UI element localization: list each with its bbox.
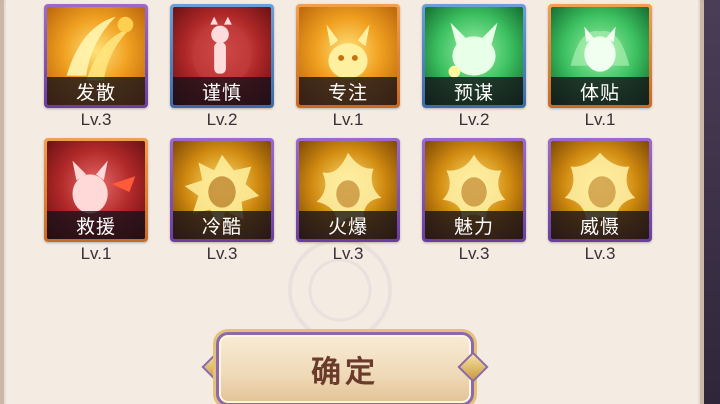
skill-name: 谨慎 <box>201 81 242 104</box>
skill-level: Lv.1 <box>584 110 616 129</box>
skill-card[interactable]: 威慑 Lv.3 <box>548 138 652 266</box>
skill-tile[interactable]: 魅力 <box>422 138 526 242</box>
skill-art-bg: 预谋 <box>425 7 523 105</box>
skill-card[interactable]: 救援 Lv.1 <box>44 138 148 266</box>
skill-card[interactable]: 专注 Lv.1 <box>296 4 400 132</box>
skill-level: Lv.3 <box>80 110 112 129</box>
skill-name: 预谋 <box>453 81 494 104</box>
skill-name: 救援 <box>75 215 116 238</box>
skill-art-bg: 威慑 <box>551 141 649 239</box>
skill-art-bg: 发散 <box>47 7 145 105</box>
confirm-button[interactable]: 确定 <box>216 332 474 404</box>
skill-art-bg: 冷酷 <box>173 141 271 239</box>
side-background-strip <box>704 0 720 404</box>
skill-name-bar: 冷酷 <box>173 211 271 239</box>
skill-name-bar: 预谋 <box>425 77 523 105</box>
skill-level: Lv.3 <box>458 244 490 263</box>
skill-art-bg: 火爆 <box>299 141 397 239</box>
skill-level: Lv.3 <box>206 244 238 263</box>
skill-art-bg: 谨慎 <box>173 7 271 105</box>
skill-art-bg: 专注 <box>299 7 397 105</box>
skill-name: 体贴 <box>579 81 620 104</box>
skill-card[interactable]: 预谋 Lv.2 <box>422 4 526 132</box>
skill-tile[interactable]: 火爆 <box>296 138 400 242</box>
skill-level: Lv.2 <box>206 110 238 129</box>
skill-card[interactable]: 谨慎 Lv.2 <box>170 4 274 132</box>
skill-tile[interactable]: 专注 <box>296 4 400 108</box>
skill-grid: 发散 Lv.3 谨慎 Lv.2 专注 Lv.1 预谋 Lv.2 体贴 Lv.1 … <box>44 4 652 274</box>
skill-level: Lv.3 <box>584 244 616 263</box>
skill-tile[interactable]: 发散 <box>44 4 148 108</box>
skill-art-bg: 魅力 <box>425 141 523 239</box>
skill-card[interactable]: 火爆 Lv.3 <box>296 138 400 266</box>
skill-name: 冷酷 <box>201 215 242 238</box>
skill-name-bar: 专注 <box>299 77 397 105</box>
skill-name-bar: 发散 <box>47 77 145 105</box>
skill-level: Lv.3 <box>332 244 364 263</box>
skill-name-bar: 谨慎 <box>173 77 271 105</box>
skill-name: 魅力 <box>453 215 494 238</box>
skill-name-bar: 救援 <box>47 211 145 239</box>
confirm-button-wrap: 确定 <box>201 326 489 404</box>
skill-card[interactable]: 发散 Lv.3 <box>44 4 148 132</box>
skill-name: 专注 <box>327 81 368 104</box>
skill-name-bar: 火爆 <box>299 211 397 239</box>
skill-card[interactable]: 冷酷 Lv.3 <box>170 138 274 266</box>
confirm-button-label: 确定 <box>311 355 379 390</box>
skill-tile[interactable]: 体贴 <box>548 4 652 108</box>
skill-tile[interactable]: 谨慎 <box>170 4 274 108</box>
skill-tile[interactable]: 冷酷 <box>170 138 274 242</box>
skill-tile[interactable]: 救援 <box>44 138 148 242</box>
skill-card[interactable]: 魅力 Lv.3 <box>422 138 526 266</box>
skill-art-bg: 体贴 <box>551 7 649 105</box>
skill-name-bar: 体贴 <box>551 77 649 105</box>
skill-level: Lv.1 <box>332 110 364 129</box>
skill-name-bar: 魅力 <box>425 211 523 239</box>
skill-tile[interactable]: 威慑 <box>548 138 652 242</box>
skill-level: Lv.1 <box>80 244 112 263</box>
skill-art-bg: 救援 <box>47 141 145 239</box>
skill-name: 威慑 <box>579 215 620 238</box>
game-scene: 发散 Lv.3 谨慎 Lv.2 专注 Lv.1 预谋 Lv.2 体贴 Lv.1 … <box>0 0 720 404</box>
skill-name: 发散 <box>75 81 116 104</box>
skill-name-bar: 威慑 <box>551 211 649 239</box>
skill-name: 火爆 <box>327 215 368 238</box>
skill-card[interactable]: 体贴 Lv.1 <box>548 4 652 132</box>
skill-level: Lv.2 <box>458 110 490 129</box>
skill-tile[interactable]: 预谋 <box>422 4 526 108</box>
